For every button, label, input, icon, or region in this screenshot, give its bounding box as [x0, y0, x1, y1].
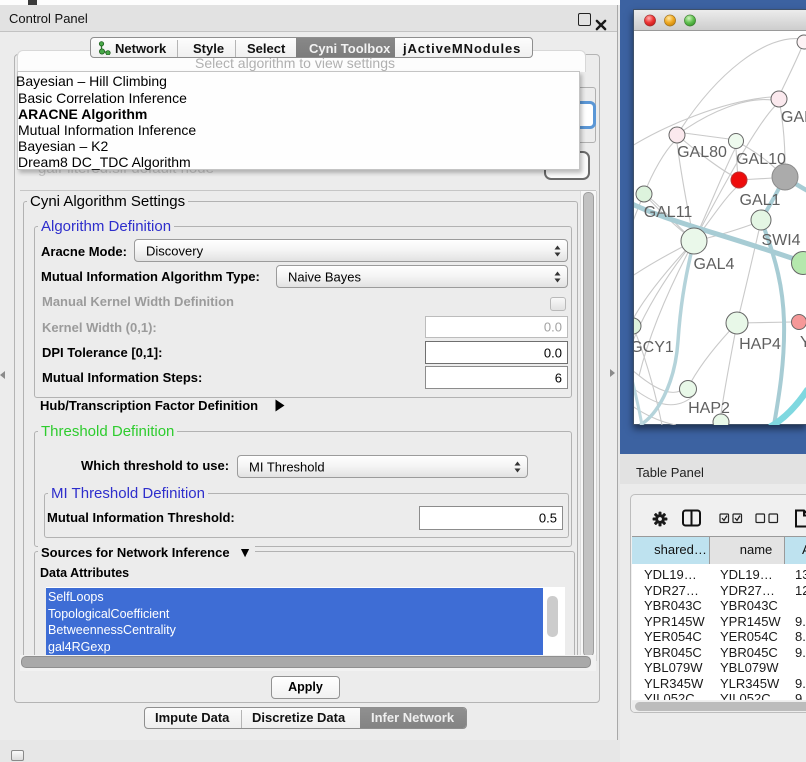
svg-text:GAL80: GAL80	[677, 144, 727, 161]
svg-text:GAL7: GAL7	[781, 109, 806, 126]
svg-text:SWI4: SWI4	[761, 232, 800, 249]
svg-text:GAL11: GAL11	[644, 204, 693, 221]
svg-text:GAL1: GAL1	[740, 192, 781, 209]
svg-text:HAP2: HAP2	[688, 400, 730, 417]
svg-text:GCY1: GCY1	[634, 339, 674, 356]
svg-text:HAP4: HAP4	[739, 336, 781, 353]
svg-text:GAL10: GAL10	[736, 151, 786, 168]
svg-text:GAL4: GAL4	[694, 256, 735, 273]
svg-text:YM: YM	[800, 334, 806, 351]
